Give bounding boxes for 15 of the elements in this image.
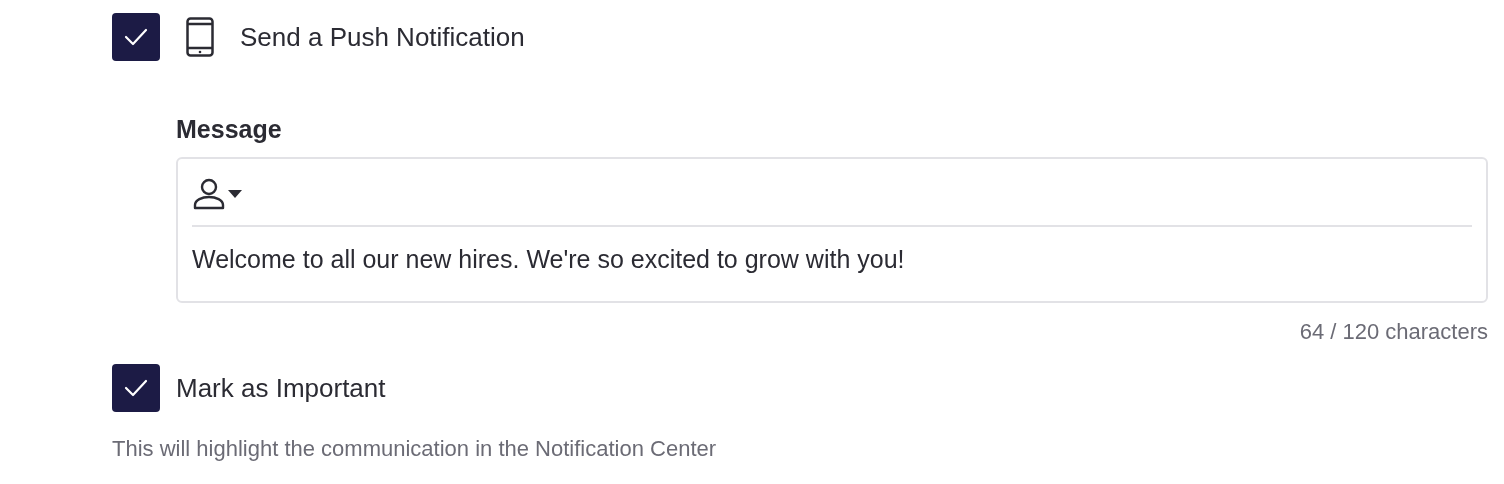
- person-icon: [192, 177, 226, 211]
- phone-icon: [186, 17, 214, 57]
- recipient-dropdown[interactable]: [192, 177, 242, 211]
- message-label: Message: [176, 114, 283, 145]
- checkmark-icon: [123, 27, 149, 47]
- checkbox[interactable]: [112, 364, 160, 412]
- checkbox[interactable]: [112, 13, 160, 61]
- message-text: Welcome to all our new hires. We're so excited to grow with you!: [192, 244, 906, 275]
- important-hint: This will highlight the communication in the Notification Center: [112, 435, 718, 463]
- checkmark-icon: [123, 378, 149, 398]
- caret-icon: [228, 190, 242, 198]
- push-notification-label: Send a Push Notification: [240, 20, 525, 54]
- character-counter: 64 / 120 characters: [1299, 318, 1488, 346]
- message-field[interactable]: Welcome to all our new hires. We're so excited to grow with you!: [176, 157, 1488, 303]
- important-label: Mark as Important: [176, 371, 386, 405]
